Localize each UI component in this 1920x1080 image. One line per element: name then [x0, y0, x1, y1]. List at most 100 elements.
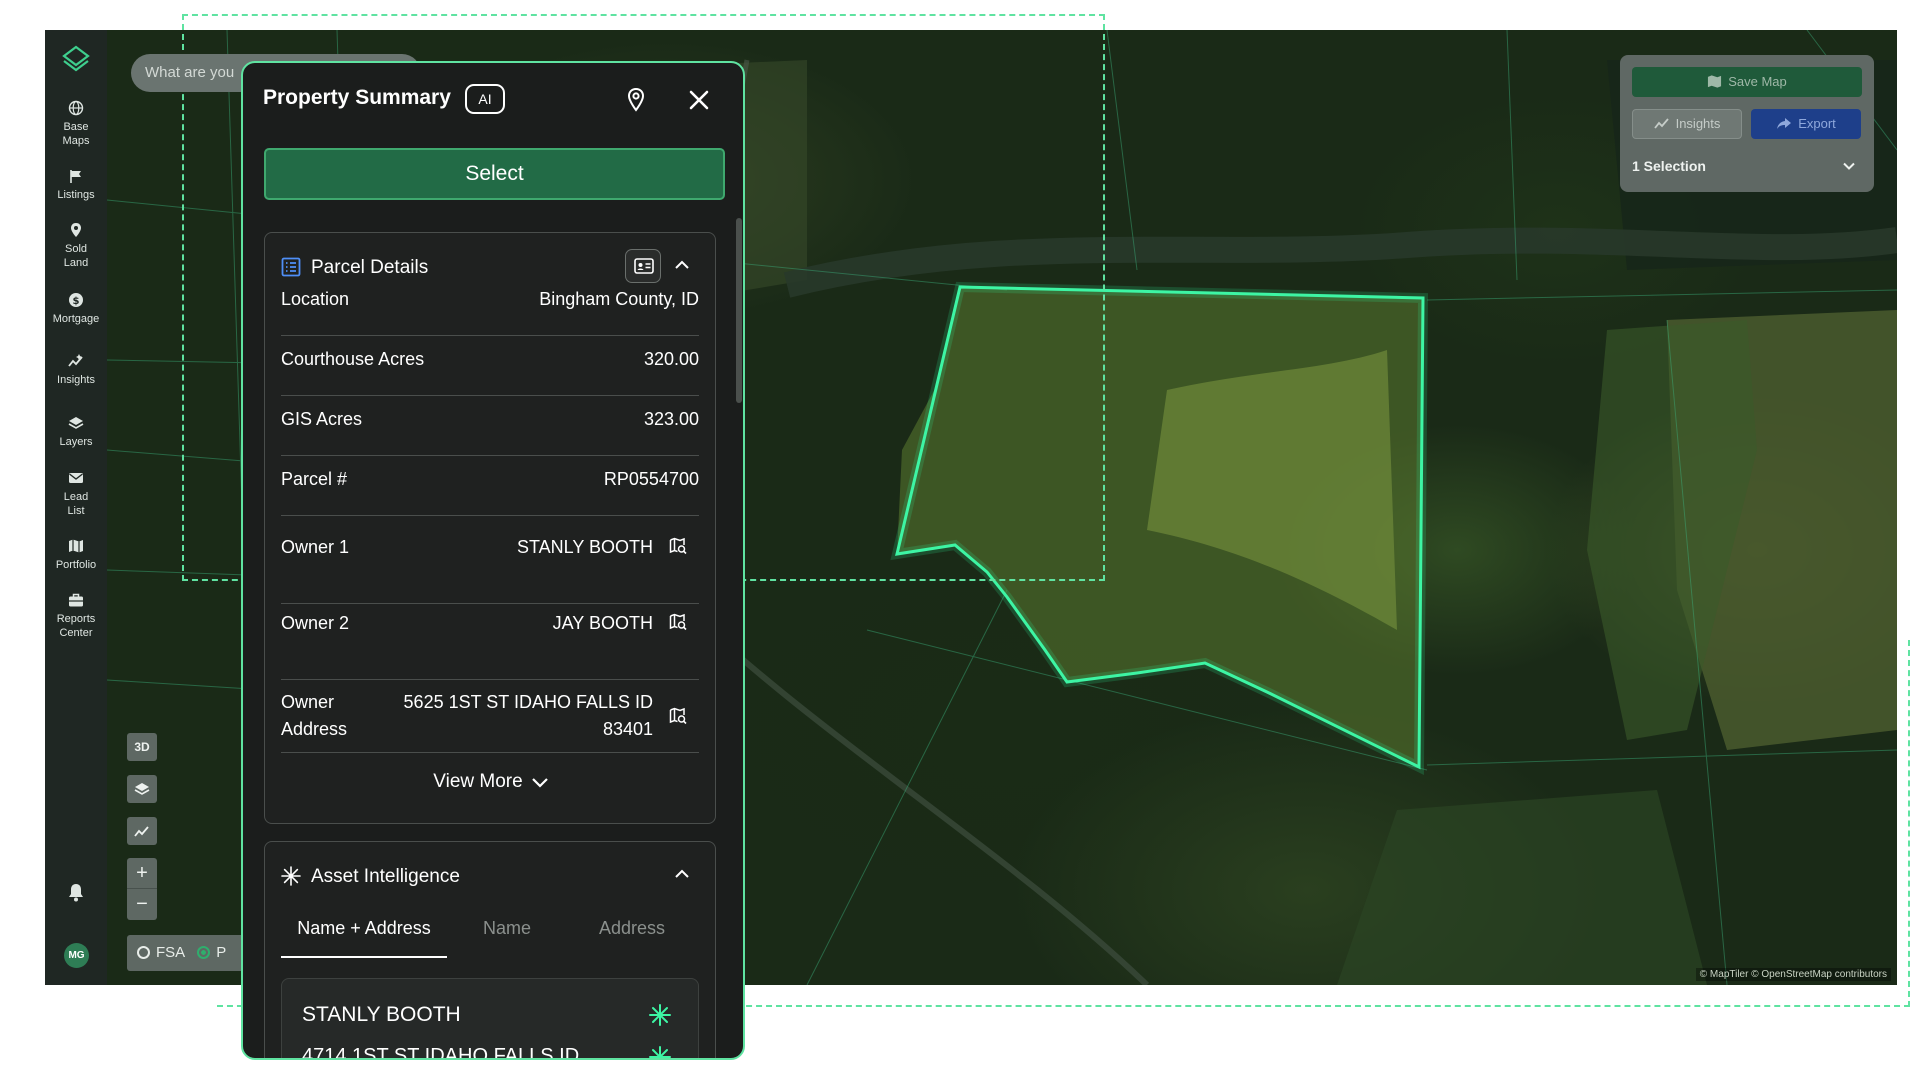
p-label: P — [216, 944, 227, 961]
map-icon — [69, 539, 83, 553]
owner-lookup-icon[interactable] — [669, 707, 687, 725]
save-map-button[interactable]: Save Map — [1632, 67, 1862, 97]
mail-icon — [69, 473, 83, 483]
rail-item-label: Insights — [57, 374, 95, 386]
parcel-row-courthouse-acres: Courthouse Acres 320.00 — [281, 349, 699, 396]
asset-result-name: STANLY BOOTH — [302, 1003, 461, 1026]
rail-item-sold-land[interactable]: Sold Land — [45, 222, 107, 270]
rail-item-insights[interactable]: Insights — [45, 353, 107, 387]
layers-icon — [68, 417, 84, 429]
share-arrow-icon — [1777, 118, 1792, 129]
zoom-out-button[interactable]: − — [127, 889, 157, 920]
app-logo-icon[interactable] — [61, 44, 91, 74]
save-map-label: Save Map — [1728, 74, 1787, 89]
selection-count: 1 Selection — [1632, 158, 1706, 174]
zoom-controls: + − — [127, 858, 157, 920]
row-value: STANLY BOOTH — [516, 537, 653, 557]
id-card-icon — [634, 258, 654, 274]
panel-title: Property Summary — [263, 86, 451, 109]
base-layer-toggle: FSA P — [127, 935, 247, 971]
rail-item-listings[interactable]: Listings — [45, 168, 107, 202]
asset-intelligence-header: Asset Intelligence — [311, 866, 460, 887]
p-radio[interactable] — [197, 946, 211, 959]
sparkle-icon — [649, 1046, 671, 1058]
rail-item-lead-list[interactable]: Lead List — [45, 470, 107, 518]
map-layers-button[interactable] — [127, 775, 157, 803]
id-card-button[interactable] — [625, 249, 661, 283]
row-label: GIS Acres — [281, 409, 363, 429]
tab-name[interactable]: Name — [457, 918, 557, 958]
insights-icon — [1653, 118, 1669, 129]
rail-item-mortgage[interactable]: $ Mortgage — [45, 292, 107, 326]
fsa-label: FSA — [156, 944, 186, 961]
rail-item-reports-center[interactable]: Reports Center — [45, 592, 107, 640]
selection-dropdown[interactable]: 1 Selection — [1632, 153, 1862, 179]
close-icon[interactable] — [687, 88, 711, 112]
flag-icon — [70, 170, 81, 183]
briefcase-icon — [69, 593, 83, 607]
row-label: Owner 2 — [281, 613, 350, 633]
rail-item-base-maps[interactable]: Base Maps — [45, 100, 107, 148]
parcel-details-card: Parcel Details Location Bingham County, … — [264, 232, 716, 824]
list-icon — [281, 257, 301, 277]
map-pin-icon — [71, 223, 81, 237]
rail-item-label: Base Maps — [62, 121, 90, 147]
view-more-button[interactable]: View More — [265, 771, 717, 793]
fsa-radio[interactable] — [137, 946, 150, 959]
row-label: Location — [281, 289, 350, 309]
panel-scrollbar[interactable] — [736, 218, 742, 403]
rail-item-label: Portfolio — [55, 559, 97, 571]
bell-icon[interactable] — [67, 882, 85, 902]
map-insights-button[interactable] — [127, 817, 157, 845]
export-button[interactable]: Export — [1751, 109, 1861, 139]
rail-item-label: Mortgage — [52, 313, 100, 325]
row-label: Courthouse Acres — [281, 349, 425, 369]
map-tools-card: Save Map Insights Export 1 Selection — [1620, 55, 1874, 192]
row-value: Bingham County, ID — [539, 289, 699, 309]
globe-icon — [68, 100, 84, 116]
svg-text:$: $ — [73, 296, 80, 307]
map-icon — [1708, 75, 1722, 88]
insights-button[interactable]: Insights — [1632, 109, 1742, 139]
rail-item-portfolio[interactable]: Portfolio — [45, 538, 107, 572]
parcel-row-owner-address: Owner Address 5625 1ST ST IDAHO FALLS ID… — [281, 689, 699, 753]
asset-result-item[interactable]: STANLY BOOTH 4714 1ST ST IDAHO FALLS ID — [281, 978, 699, 1060]
rail-item-label: Layers — [59, 436, 93, 448]
parcel-row-owner-1: Owner 1 STANLY BOOTH — [281, 537, 699, 604]
view-3d-button[interactable]: 3D — [127, 733, 157, 761]
dollar-icon: $ — [69, 293, 83, 307]
row-value: 320.00 — [643, 349, 699, 369]
zoom-in-button[interactable]: + — [127, 858, 157, 889]
rail-item-label: Sold Land — [63, 243, 89, 269]
view-more-label: View More — [433, 771, 523, 792]
selected-parcel[interactable] — [767, 280, 1429, 776]
property-summary-panel: Property Summary AI Select Parcel Detail… — [241, 61, 745, 1060]
parcel-row-gis-acres: GIS Acres 323.00 — [281, 409, 699, 456]
left-navigation-rail: Base Maps Listings Sold Land $ Mortgage … — [45, 30, 107, 985]
tab-name-address[interactable]: Name + Address — [281, 918, 447, 958]
map-attribution[interactable]: © MapTiler © OpenStreetMap contributors — [1695, 968, 1891, 981]
layers-icon — [134, 783, 150, 795]
chevron-up-icon[interactable] — [673, 867, 691, 881]
chevron-up-icon[interactable] — [673, 258, 691, 272]
rail-item-label: Reports Center — [56, 613, 96, 639]
rail-item-label: Lead List — [63, 491, 89, 517]
locate-pin-icon[interactable] — [624, 87, 648, 113]
rail-item-layers[interactable]: Layers — [45, 415, 107, 449]
owner-lookup-icon[interactable] — [669, 537, 687, 555]
select-button[interactable]: Select — [264, 148, 725, 200]
insights-label: Insights — [1675, 116, 1721, 131]
app-root: © MapTiler © OpenStreetMap contributors … — [0, 0, 1920, 1080]
chevron-down-icon — [1843, 162, 1855, 170]
tab-address[interactable]: Address — [567, 918, 697, 958]
insights-icon — [68, 354, 83, 367]
asset-result-address: 4714 1ST ST IDAHO FALLS ID — [302, 1045, 580, 1060]
user-avatar[interactable]: MG — [64, 943, 89, 968]
owner-lookup-icon[interactable] — [669, 613, 687, 631]
sparkle-icon — [649, 1004, 671, 1026]
chevron-down-icon — [531, 778, 548, 788]
rail-item-label: Listings — [57, 189, 95, 201]
sparkle-icon — [281, 866, 301, 886]
row-value: JAY BOOTH — [552, 613, 653, 633]
row-label: Parcel # — [281, 469, 348, 489]
